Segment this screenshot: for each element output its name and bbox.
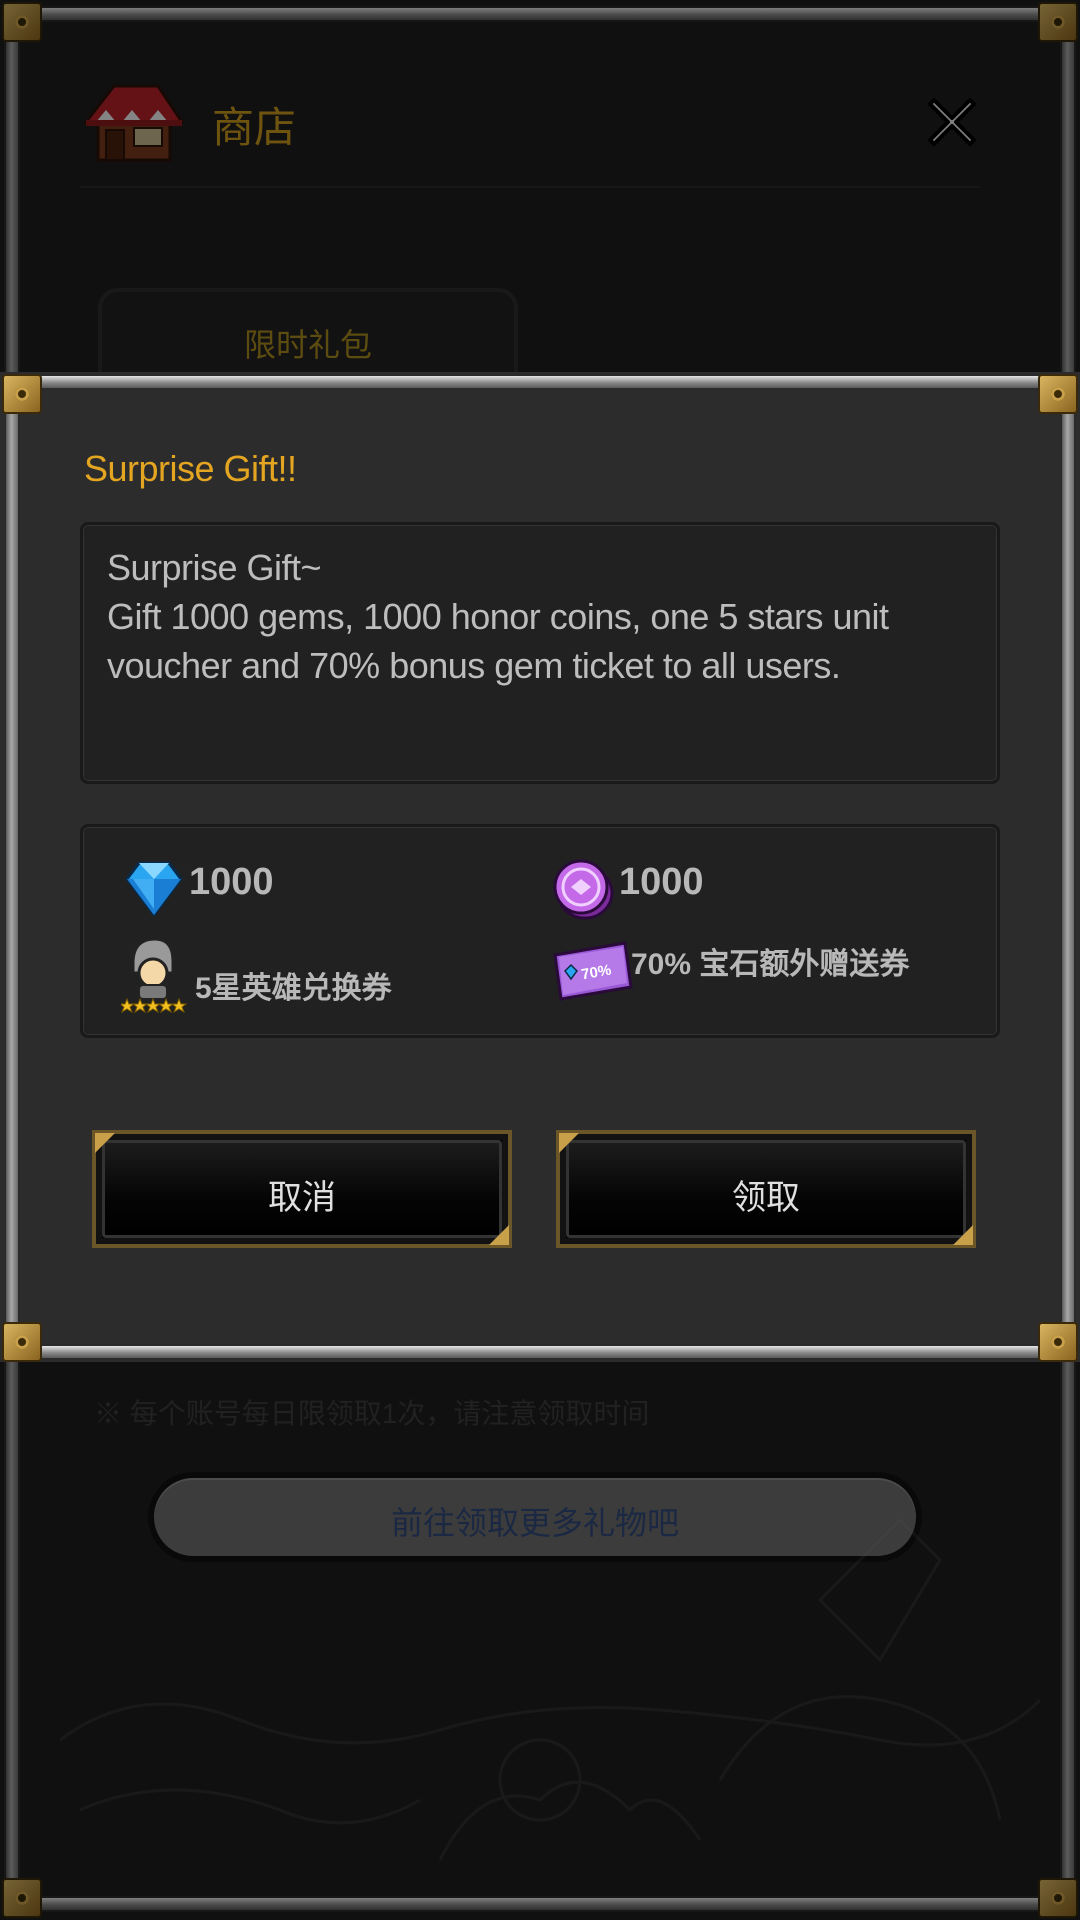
honor-coin-amount: 1000	[619, 861, 704, 903]
button-corner-ornament	[489, 1225, 509, 1245]
reward-honor-coins: 1000	[551, 857, 951, 927]
reward-gems: 1000	[121, 857, 501, 927]
cancel-button-label: 取消	[268, 1179, 336, 1217]
dialog-frame-bottom	[20, 1344, 1060, 1360]
bonus-ticket-label: 70% 宝石额外赠送券	[631, 948, 910, 981]
gem-icon	[125, 861, 183, 917]
dialog-frame-right	[1060, 386, 1076, 1348]
dialog-corner	[2, 374, 42, 414]
dialog-corner	[2, 1322, 42, 1362]
button-corner-ornament	[95, 1133, 115, 1153]
dialog-corner	[1038, 1322, 1078, 1362]
surprise-gift-dialog: Surprise Gift!! Surprise Gift~ Gift 1000…	[0, 372, 1080, 1362]
dialog-title: Surprise Gift!!	[84, 448, 297, 489]
claim-button-label: 领取	[732, 1179, 800, 1217]
reward-bonus-ticket: 70% 70% 宝石额外赠送券	[551, 933, 971, 1013]
unit-voucher-label: 5星英雄兑换券	[195, 972, 392, 1005]
dialog-corner	[1038, 374, 1078, 414]
button-corner-ornament	[559, 1133, 579, 1153]
message-box: Surprise Gift~ Gift 1000 gems, 1000 hono…	[80, 522, 1000, 784]
bonus-ticket-icon: 70%	[553, 941, 633, 1001]
reward-list: 1000 1000 5星英雄兑换券 70% 70% 宝石额外赠送券	[80, 824, 1000, 1038]
reward-unit-voucher: 5星英雄兑换券	[121, 933, 501, 1013]
unit-voucher-icon	[121, 937, 187, 1013]
dialog-frame-top	[20, 374, 1060, 390]
gem-amount: 1000	[189, 861, 274, 903]
honor-coin-icon	[553, 859, 614, 920]
claim-button[interactable]: 领取	[556, 1130, 976, 1248]
button-corner-ornament	[953, 1225, 973, 1245]
cancel-button[interactable]: 取消	[92, 1130, 512, 1248]
message-text: Surprise Gift~ Gift 1000 gems, 1000 hono…	[107, 547, 889, 686]
dialog-frame-left	[4, 386, 20, 1348]
